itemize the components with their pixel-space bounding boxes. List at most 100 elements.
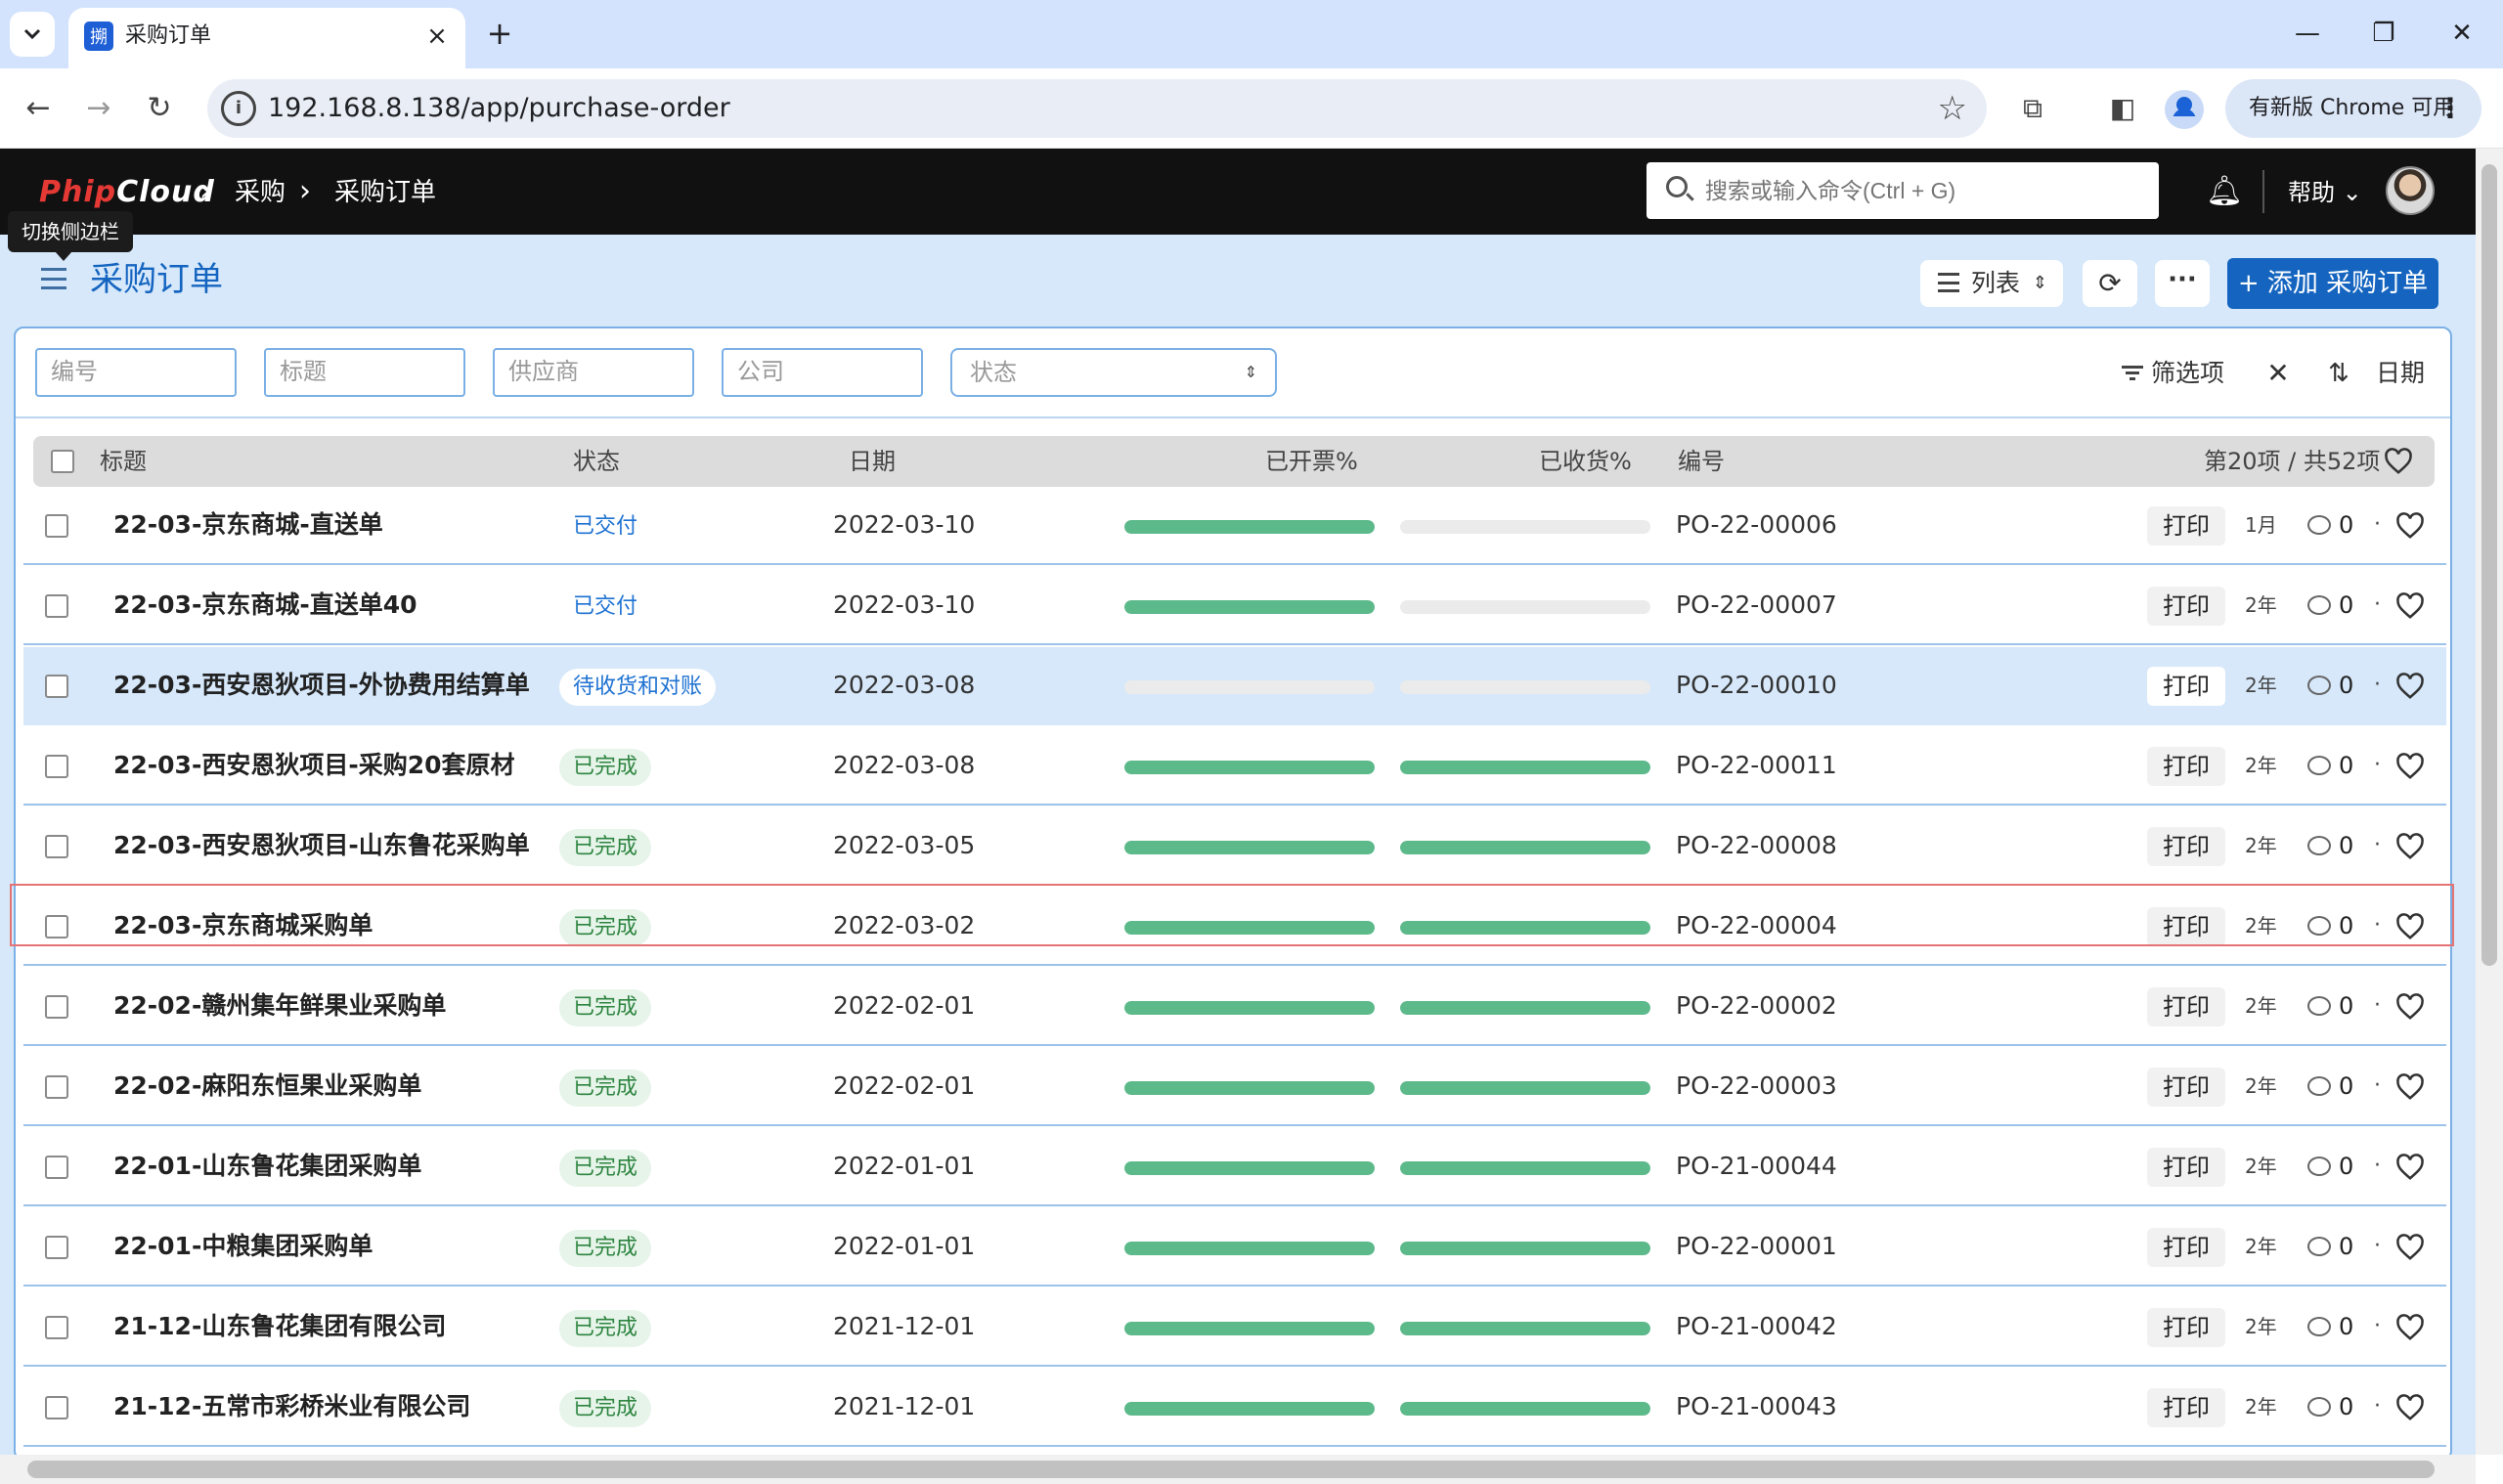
like-heart-icon[interactable] xyxy=(2395,1072,2425,1102)
sort-field-button[interactable]: 日期 xyxy=(2376,350,2425,397)
refresh-button[interactable]: ⟳ xyxy=(2083,260,2137,307)
table-row[interactable]: 22-03-西安恩狄项目-山东鲁花采购单 已完成 2022-03-05 PO-22-0… xyxy=(23,807,2446,886)
breadcrumb-purchase[interactable]: 采购 xyxy=(235,174,285,211)
row-checkbox[interactable] xyxy=(45,1396,68,1419)
row-title[interactable]: 22-03-京东商城-直送单 xyxy=(113,487,383,563)
row-checkbox[interactable] xyxy=(45,1236,68,1259)
print-button[interactable]: 打印 xyxy=(2147,1388,2225,1427)
table-row[interactable]: 21-12-山东鲁花集团有限公司 已完成 2021-12-01 PO-21-00042… xyxy=(23,1288,2446,1367)
like-heart-icon[interactable] xyxy=(2395,672,2425,701)
row-checkbox[interactable] xyxy=(45,1156,68,1179)
row-title[interactable]: 22-02-赣州集年鲜果业采购单 xyxy=(113,968,446,1044)
chrome-update-button[interactable]: 有新版 Chrome 可用 ⋮ xyxy=(2225,79,2481,138)
reload-button[interactable]: ↻ xyxy=(137,86,182,131)
app-search-input[interactable] xyxy=(1705,172,2145,209)
add-purchase-order-button[interactable]: + 添加 采购订单 xyxy=(2227,258,2438,309)
table-row[interactable]: 22-03-西安恩狄项目-外协费用结算单 待收货和对账 2022-03-08 PO-2… xyxy=(23,647,2446,725)
browser-tab-active[interactable]: 搠 采购订单 × xyxy=(68,8,465,68)
view-switch-button[interactable]: 列表 ⇕ xyxy=(1920,260,2063,307)
close-window-button[interactable]: ✕ xyxy=(2433,14,2491,53)
status-filter-select[interactable]: 状态 ⇕ xyxy=(950,348,1277,397)
title-filter-input[interactable] xyxy=(264,348,465,397)
like-heart-icon[interactable] xyxy=(2395,1393,2425,1422)
print-button[interactable]: 打印 xyxy=(2147,1308,2225,1347)
sidebar-toggle-icon[interactable] xyxy=(41,268,66,289)
more-vert-icon[interactable]: ⋮ xyxy=(2437,79,2464,138)
like-heart-icon[interactable] xyxy=(2395,912,2425,941)
row-checkbox[interactable] xyxy=(45,995,68,1019)
row-title[interactable]: 22-01-山东鲁花集团采购单 xyxy=(113,1128,421,1204)
heart-icon[interactable] xyxy=(2384,447,2413,476)
forward-button[interactable]: → xyxy=(76,86,121,131)
breadcrumb-purchase-order[interactable]: 采购订单 xyxy=(334,174,436,211)
tab-close-icon[interactable]: × xyxy=(422,22,452,51)
print-button[interactable]: 打印 xyxy=(2147,907,2225,946)
company-filter-input[interactable] xyxy=(722,348,923,397)
print-button[interactable]: 打印 xyxy=(2147,827,2225,866)
row-checkbox[interactable] xyxy=(45,514,68,538)
row-title[interactable]: 22-03-西安恩狄项目-外协费用结算单 xyxy=(113,647,530,723)
new-tab-button[interactable]: + xyxy=(483,14,516,53)
print-button[interactable]: 打印 xyxy=(2147,747,2225,786)
print-button[interactable]: 打印 xyxy=(2147,1228,2225,1267)
horizontal-scrollbar[interactable] xyxy=(0,1455,2476,1484)
print-button[interactable]: 打印 xyxy=(2147,1148,2225,1187)
row-checkbox[interactable] xyxy=(45,675,68,698)
app-logo[interactable]: PhipCloud xyxy=(39,172,215,213)
row-checkbox[interactable] xyxy=(45,594,68,618)
row-title[interactable]: 22-01-中粮集团采购单 xyxy=(113,1208,373,1285)
row-checkbox[interactable] xyxy=(45,1075,68,1099)
table-row[interactable]: 22-03-京东商城-直送单 已交付 2022-03-10 PO-22-00006 打印… xyxy=(23,487,2446,565)
like-heart-icon[interactable] xyxy=(2395,1153,2425,1182)
table-row[interactable]: 21-12-五常市彩桥米业有限公司 已完成 2021-12-01 PO-21-0004… xyxy=(23,1369,2446,1447)
app-search-box[interactable] xyxy=(1647,162,2159,219)
table-row[interactable]: 22-03-京东商城-直送单40 已交付 2022-03-10 PO-22-00007… xyxy=(23,567,2446,645)
like-heart-icon[interactable] xyxy=(2395,752,2425,781)
side-panel-icon[interactable]: ◧ xyxy=(2102,88,2143,129)
table-row[interactable]: 22-01-中粮集团采购单 已完成 2022-01-01 PO-22-00001 打印 2… xyxy=(23,1208,2446,1287)
filter-button[interactable]: 筛选项 xyxy=(2118,350,2224,397)
row-title[interactable]: 22-02-麻阳东恒果业采购单 xyxy=(113,1048,421,1124)
row-title[interactable]: 22-03-西安恩狄项目-山东鲁花采购单 xyxy=(113,807,530,884)
like-heart-icon[interactable] xyxy=(2395,992,2425,1022)
like-heart-icon[interactable] xyxy=(2395,591,2425,621)
vertical-scroll-thumb[interactable] xyxy=(2481,164,2497,966)
maximize-button[interactable]: ❐ xyxy=(2354,14,2413,53)
tab-search-button[interactable] xyxy=(10,12,55,57)
minimize-button[interactable]: — xyxy=(2278,14,2337,53)
row-title[interactable]: 21-12-五常市彩桥米业有限公司 xyxy=(113,1369,470,1445)
row-title[interactable]: 22-03-京东商城-直送单40 xyxy=(113,567,417,643)
print-button[interactable]: 打印 xyxy=(2147,506,2225,546)
supplier-filter-input[interactable] xyxy=(493,348,694,397)
bookmark-star-icon[interactable]: ☆ xyxy=(1938,89,1967,128)
table-row[interactable]: 22-01-山东鲁花集团采购单 已完成 2022-01-01 PO-21-00044 打… xyxy=(23,1128,2446,1206)
more-actions-button[interactable]: ··· xyxy=(2155,260,2210,307)
row-checkbox[interactable] xyxy=(45,835,68,858)
row-checkbox[interactable] xyxy=(45,1316,68,1339)
site-info-icon[interactable]: i xyxy=(221,91,256,126)
table-row[interactable]: 22-03-京东商城采购单 已完成 2022-03-02 PO-22-00004 打印 2… xyxy=(23,888,2446,966)
row-checkbox[interactable] xyxy=(45,915,68,938)
bell-icon[interactable]: 🔔︎ xyxy=(2206,172,2243,211)
help-menu[interactable]: 帮助 ⌄ xyxy=(2288,174,2362,211)
back-button[interactable]: ← xyxy=(16,86,61,131)
print-button[interactable]: 打印 xyxy=(2147,1068,2225,1107)
select-all-checkbox[interactable] xyxy=(51,450,74,473)
clear-filters-icon[interactable]: ✕ xyxy=(2259,350,2298,397)
like-heart-icon[interactable] xyxy=(2395,511,2425,541)
address-url[interactable]: 192.168.8.138/app/purchase-order xyxy=(268,93,730,124)
print-button[interactable]: 打印 xyxy=(2147,667,2225,706)
address-bar[interactable]: i 192.168.8.138/app/purchase-order ☆ xyxy=(207,79,1987,138)
row-title[interactable]: 21-12-山东鲁花集团有限公司 xyxy=(113,1288,446,1365)
like-heart-icon[interactable] xyxy=(2395,1313,2425,1342)
horizontal-scroll-thumb[interactable] xyxy=(27,1461,2435,1478)
print-button[interactable]: 打印 xyxy=(2147,587,2225,626)
sort-order-icon[interactable]: ⇅ xyxy=(2319,350,2358,397)
table-row[interactable]: 22-02-麻阳东恒果业采购单 已完成 2022-02-01 PO-22-00003 打… xyxy=(23,1048,2446,1126)
extensions-puzzle-icon[interactable]: ⧉ xyxy=(2012,88,2053,129)
print-button[interactable]: 打印 xyxy=(2147,987,2225,1026)
code-filter-input[interactable] xyxy=(35,348,237,397)
row-title[interactable]: 22-03-西安恩狄项目-采购20套原材 xyxy=(113,727,515,804)
user-avatar[interactable] xyxy=(2386,166,2435,215)
like-heart-icon[interactable] xyxy=(2395,1233,2425,1262)
